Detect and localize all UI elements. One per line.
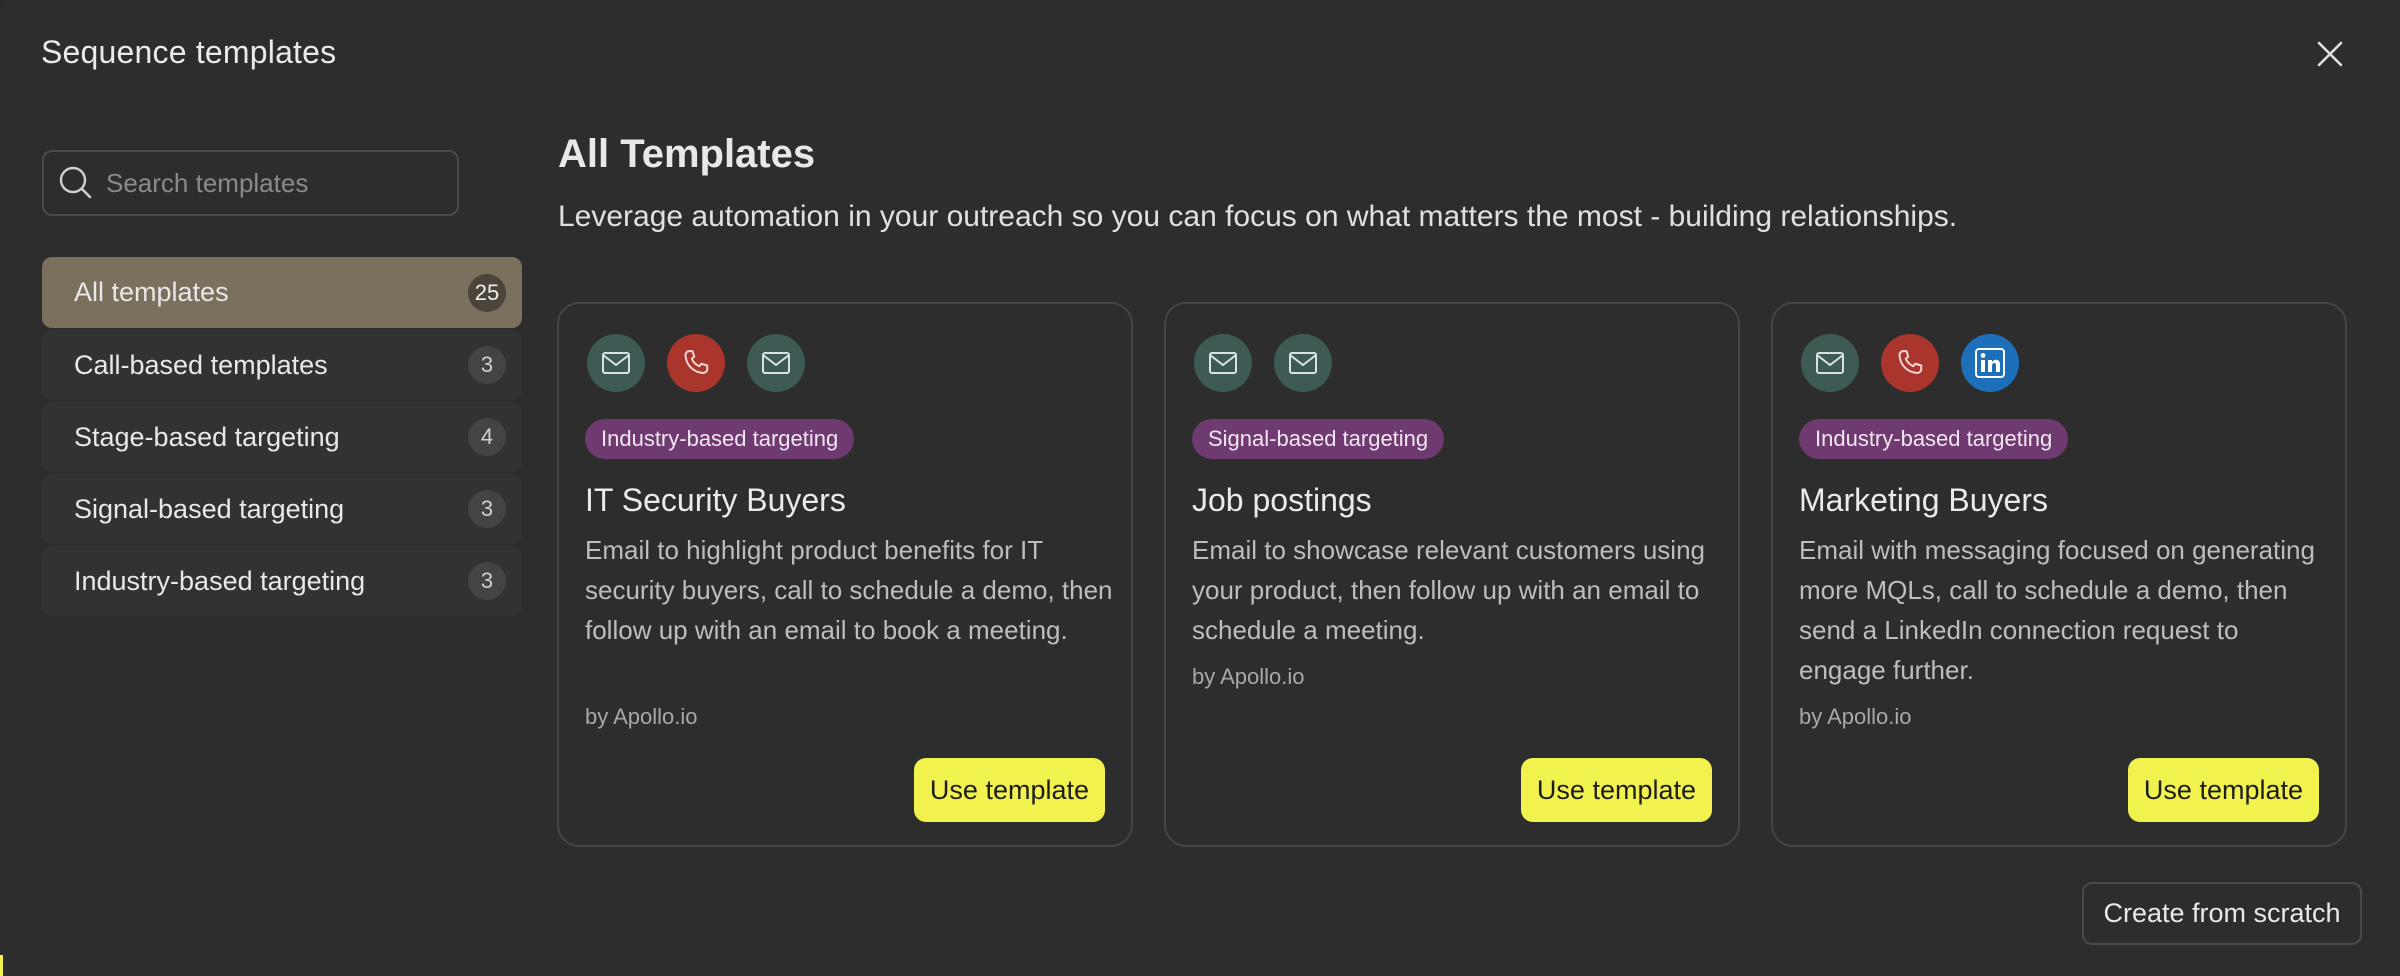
page-title: All Templates [558,132,816,176]
card-author: by Apollo.io [585,704,698,729]
sidebar-item-industry-based[interactable]: Industry-based targeting 3 [42,546,522,616]
sidebar-item-stage-based[interactable]: Stage-based targeting 4 [42,402,522,472]
template-card-it-security-buyers[interactable]: Industry-based targeting IT Security Buy… [557,302,1133,847]
search-icon [56,163,96,203]
card-author: by Apollo.io [1192,664,1305,689]
email-icon [747,334,805,392]
email-icon [1194,334,1252,392]
page-subtitle: Leverage automation in your outreach so … [558,200,1958,233]
phone-icon [1881,334,1939,392]
sidebar-item-label: Call-based templates [74,349,328,380]
count-badge: 3 [468,346,506,384]
sidebar-item-signal-based[interactable]: Signal-based targeting 3 [42,474,522,544]
count-badge: 25 [468,273,506,312]
template-card-marketing-buyers[interactable]: Industry-based targeting Marketing Buyer… [1771,302,2347,847]
linkedin-icon [1961,334,2019,392]
channel-icons [1194,334,1332,392]
sidebar-item-label: Signal-based targeting [74,493,345,524]
count-badge: 4 [468,418,506,456]
sidebar-item-call-based[interactable]: Call-based templates 3 [42,330,522,400]
search-box[interactable] [42,150,459,216]
card-title: Marketing Buyers [1799,482,2048,518]
sidebar-item-label: All templates [74,277,229,307]
card-title: IT Security Buyers [585,482,846,518]
use-template-button[interactable]: Use template [913,758,1105,822]
category-list: All templates 25 Call-based templates 3 … [42,257,522,618]
category-tag: Industry-based targeting [1799,419,2069,459]
use-template-button[interactable]: Use template [1520,758,1712,822]
close-button[interactable] [2310,34,2350,74]
sidebar-item-all-templates[interactable]: All templates 25 [42,257,522,328]
card-title: Job postings [1192,482,1372,518]
channel-icons [587,334,805,392]
category-tag: Industry-based targeting [585,419,855,459]
email-icon [1274,334,1332,392]
card-description: Email to showcase relevant customers usi… [1192,535,1706,645]
channel-icons [1801,334,2019,392]
card-description: Email with messaging focused on generati… [1799,535,2315,685]
card-author: by Apollo.io [1799,704,1912,729]
create-from-scratch-button[interactable]: Create from scratch [2082,882,2362,945]
phone-icon [667,334,725,392]
edge-accent [0,955,3,976]
sidebar-item-label: Industry-based targeting [74,565,366,596]
sidebar-item-label: Stage-based targeting [74,421,340,452]
category-tag: Signal-based targeting [1192,419,1445,459]
count-badge: 3 [468,490,506,528]
sequence-templates-modal: Sequence templates All templates 25 Call… [0,0,2400,976]
close-icon [2317,41,2343,67]
email-icon [587,334,645,392]
modal-title: Sequence templates [41,34,337,70]
email-icon [1801,334,1859,392]
search-input[interactable] [106,167,446,199]
card-description: Email to highlight product benefits for … [585,535,1113,645]
use-template-button[interactable]: Use template [2127,758,2319,822]
count-badge: 3 [468,562,506,600]
template-card-job-postings[interactable]: Signal-based targeting Job postings Emai… [1164,302,1740,847]
